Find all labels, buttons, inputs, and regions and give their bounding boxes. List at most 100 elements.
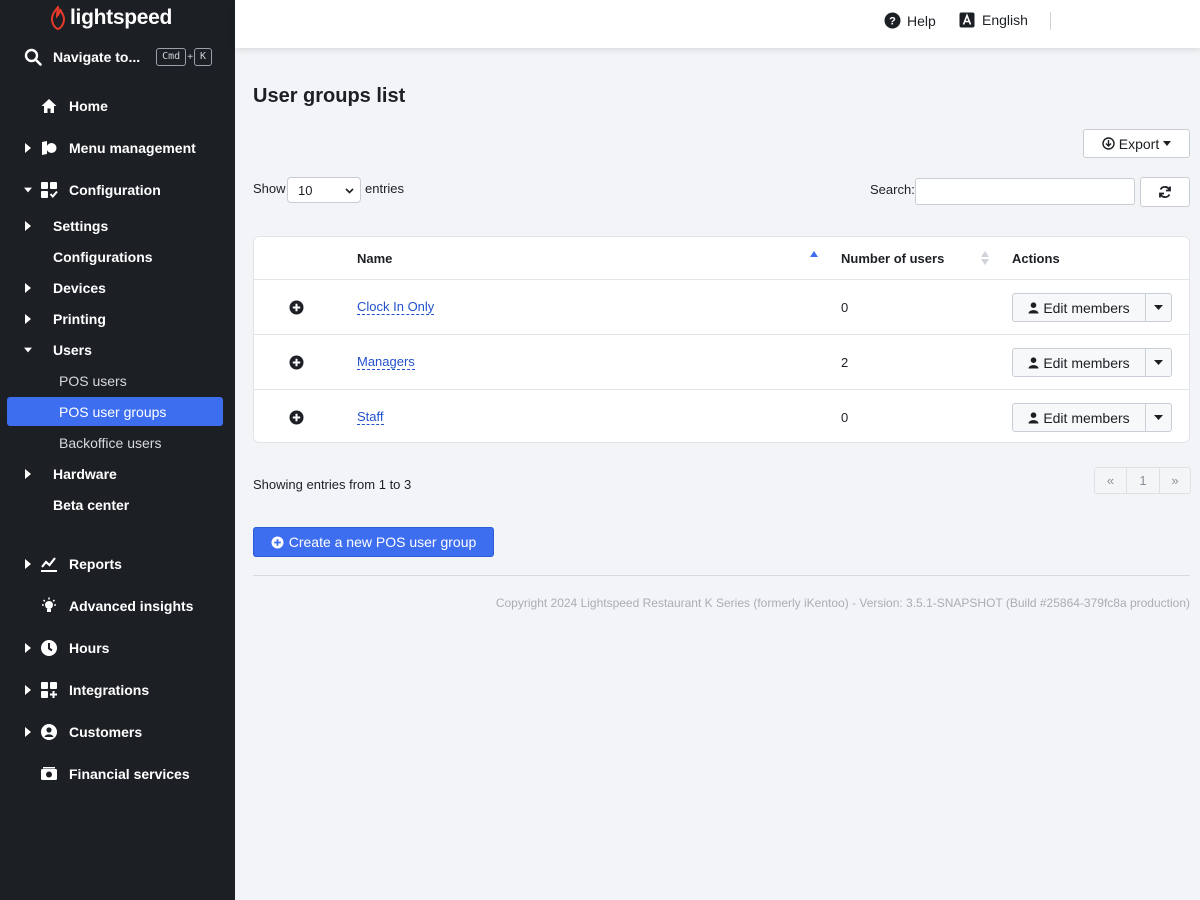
caret-right-icon: [25, 643, 31, 653]
menu-management-icon: [42, 141, 57, 155]
entries-label: entries: [365, 181, 405, 196]
user-groups-table: Name Number of users Actions Clock In On…: [253, 236, 1190, 443]
plus-circle-icon: [271, 536, 284, 548]
user-icon: [1028, 411, 1039, 423]
sidebar-item-label: Hardware: [53, 466, 117, 482]
caret-right-icon: [25, 469, 31, 479]
page-size-select[interactable]: 10: [287, 177, 361, 203]
configuration-icon: [41, 182, 58, 199]
column-header-actions: Actions: [1012, 251, 1060, 266]
column-header-name[interactable]: Name: [357, 251, 392, 266]
financial-services-icon: [41, 767, 57, 780]
create-user-group-button[interactable]: Create a new POS user group: [253, 527, 494, 557]
navigate-search[interactable]: Navigate to... Cmd + K: [24, 46, 224, 68]
language-label: English: [982, 12, 1028, 28]
language-selector[interactable]: English: [959, 12, 1028, 28]
sidebar-item-advanced-insights[interactable]: Advanced insights: [0, 594, 235, 618]
sidebar-item-backoffice-users[interactable]: Backoffice users: [0, 431, 235, 455]
page-title: User groups list: [253, 85, 406, 107]
sidebar-item-customers[interactable]: Customers: [0, 720, 235, 744]
lightspeed-logo[interactable]: lightspeed: [50, 6, 172, 30]
caret-down-icon: [1163, 141, 1172, 146]
home-icon: [41, 99, 57, 113]
create-user-group-label: Create a new POS user group: [288, 534, 477, 550]
sidebar-item-pos-user-groups[interactable]: POS user groups: [0, 400, 235, 424]
sidebar-item-configuration[interactable]: Configuration: [0, 178, 235, 202]
top-bar: ? Help English: [235, 0, 1200, 48]
table-row: Staff 0 Edit members: [254, 389, 1189, 444]
sidebar-item-integrations[interactable]: Integrations: [0, 678, 235, 702]
sidebar-item-hardware[interactable]: Hardware: [0, 462, 235, 486]
download-icon: [1102, 137, 1115, 150]
sidebar-item-home[interactable]: Home: [0, 94, 235, 118]
sidebar-item-label: Configuration: [69, 182, 161, 198]
topbar-divider: [1050, 12, 1051, 30]
sidebar-item-financial-services[interactable]: Financial services: [0, 762, 235, 786]
shortcut-key: K: [194, 48, 213, 66]
sidebar-item-beta-center[interactable]: Beta center: [0, 493, 235, 517]
sidebar-item-label: POS user groups: [59, 404, 167, 420]
group-name-link[interactable]: Managers: [357, 355, 415, 370]
column-header-number-of-users[interactable]: Number of users: [841, 251, 944, 266]
edit-members-label: Edit members: [1043, 354, 1130, 371]
user-icon: [1028, 301, 1039, 313]
refresh-button[interactable]: [1140, 177, 1190, 207]
caret-right-icon: [25, 727, 31, 737]
sidebar-item-users[interactable]: Users: [0, 338, 235, 362]
sidebar-item-configurations[interactable]: Configurations: [0, 245, 235, 269]
sidebar-item-label: Backoffice users: [59, 435, 162, 451]
user-count: 2: [841, 355, 849, 370]
sidebar-item-menu-management[interactable]: Menu management: [0, 136, 235, 160]
group-name-link[interactable]: Staff: [357, 410, 384, 425]
sidebar-item-label: Configurations: [53, 249, 153, 265]
navigate-label: Navigate to...: [53, 49, 141, 65]
expand-row-icon[interactable]: [289, 355, 304, 370]
customers-icon: [41, 724, 57, 740]
sidebar-item-label: Financial services: [69, 766, 190, 782]
sidebar-item-settings[interactable]: Settings: [0, 214, 235, 238]
sidebar-item-label: Menu management: [69, 140, 196, 156]
row-actions-dropdown[interactable]: [1145, 403, 1172, 432]
user-count: 0: [841, 300, 849, 315]
search-input[interactable]: [915, 178, 1135, 205]
sidebar-item-label: Home: [69, 98, 108, 114]
shortcut-mod: Cmd: [156, 48, 187, 66]
help-link[interactable]: ? Help: [884, 12, 936, 29]
brand-name: lightspeed: [70, 6, 173, 29]
help-icon: ?: [884, 12, 901, 29]
sort-ascending-icon[interactable]: [810, 250, 818, 258]
sidebar-item-devices[interactable]: Devices: [0, 276, 235, 300]
sidebar-item-label: Printing: [53, 311, 106, 327]
sidebar-item-pos-users[interactable]: POS users: [0, 369, 235, 393]
sidebar-item-printing[interactable]: Printing: [0, 307, 235, 331]
export-button[interactable]: Export: [1083, 129, 1190, 158]
edit-members-button[interactable]: Edit members: [1012, 403, 1146, 432]
pagination-previous[interactable]: «: [1095, 468, 1126, 493]
sidebar-item-label: Users: [53, 342, 92, 358]
user-count: 0: [841, 410, 849, 425]
sidebar-item-reports[interactable]: Reports: [0, 552, 235, 576]
caret-down-icon: [1154, 360, 1163, 365]
edit-members-button[interactable]: Edit members: [1012, 348, 1146, 377]
group-name-link[interactable]: Clock In Only: [357, 300, 435, 315]
row-actions-dropdown[interactable]: [1145, 348, 1172, 377]
lightbulb-icon: [42, 597, 56, 612]
reports-icon: [41, 557, 57, 572]
caret-right-icon: [25, 143, 31, 153]
expand-row-icon[interactable]: [289, 410, 304, 425]
pagination-next[interactable]: »: [1159, 468, 1190, 493]
language-icon: [959, 12, 975, 28]
row-actions-dropdown[interactable]: [1145, 293, 1172, 322]
show-label: Show: [253, 181, 286, 196]
pagination-page[interactable]: 1: [1126, 468, 1159, 493]
expand-row-icon[interactable]: [289, 300, 304, 315]
caret-right-icon: [25, 685, 31, 695]
showing-entries-text: Showing entries from 1 to 3: [253, 477, 412, 492]
caret-down-icon: [24, 187, 32, 193]
sidebar-item-label: Customers: [69, 724, 143, 740]
edit-members-button[interactable]: Edit members: [1012, 293, 1146, 322]
sidebar-item-hours[interactable]: Hours: [0, 636, 235, 660]
sidebar-item-label: Integrations: [69, 682, 150, 698]
caret-down-icon: [1154, 305, 1163, 310]
sort-icon[interactable]: [981, 250, 989, 266]
